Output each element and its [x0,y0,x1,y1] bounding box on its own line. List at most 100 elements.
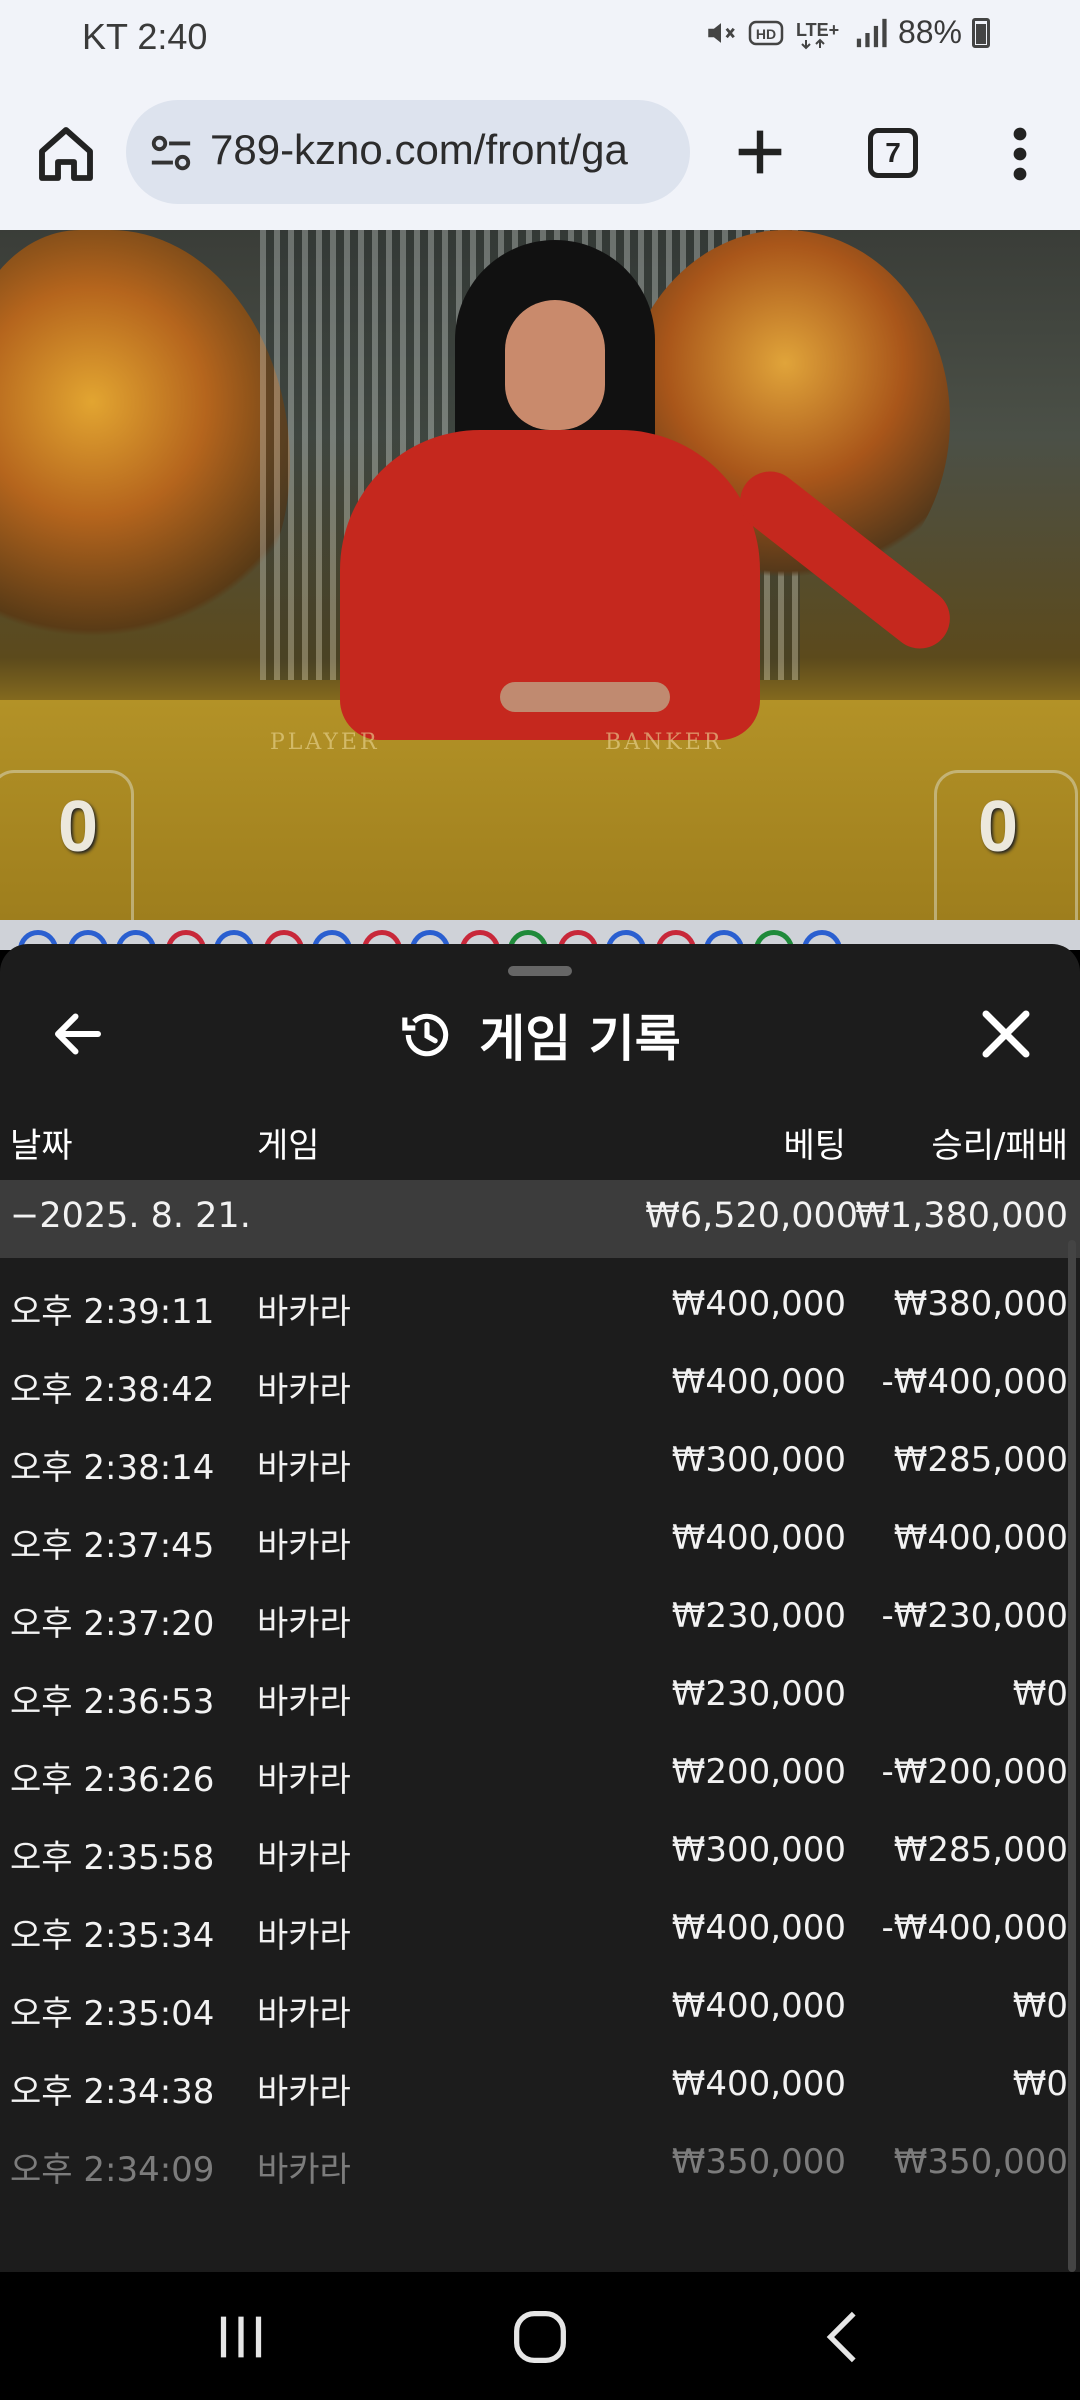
row-bet: ₩230,000 [671,1596,846,1636]
table-row[interactable]: 오후 2:36:26 바카라 ₩200,000 -₩200,000 [0,1752,1068,1830]
row-game: 바카라 [257,1994,351,2034]
more-menu-icon[interactable] [1000,124,1040,184]
table-row[interactable]: 오후 2:39:11 바카라 ₩400,000 ₩380,000 [0,1284,1068,1362]
row-bet: ₩400,000 [671,1362,846,1402]
row-game: 바카라 [257,1682,351,1722]
home-icon[interactable] [34,122,98,186]
lte-icon: LTE+ [796,20,839,49]
date-summary-row[interactable]: −2025. 8. 21. ₩6,520,000 ₩1,380,000 [0,1180,1080,1258]
close-icon[interactable] [976,1004,1036,1064]
history-icon [402,1013,449,1057]
row-result: ₩285,000 [893,1830,1068,1870]
row-time: 오후 2:37:45 [10,1526,215,1566]
row-bet: ₩400,000 [671,1518,846,1558]
row-bet: ₩200,000 [671,1752,846,1792]
row-game: 바카라 [257,1292,351,1332]
hd-icon: HD [748,20,784,45]
scrollbar[interactable] [1068,1240,1076,2272]
table-label-banker: BANKER [605,730,724,755]
dealer-hand [500,682,670,712]
row-result: ₩380,000 [893,1284,1068,1324]
recent-apps-icon[interactable] [206,2302,276,2372]
row-time: 오후 2:38:14 [10,1448,215,1488]
row-game: 바카라 [257,1370,351,1410]
table-label-player: PLAYER [270,730,380,755]
row-bet: ₩300,000 [671,1830,846,1870]
table-row[interactable]: 오후 2:37:20 바카라 ₩230,000 -₩230,000 [0,1596,1068,1674]
back-button-icon[interactable] [810,2302,880,2372]
row-bet: ₩230,000 [671,1674,846,1714]
row-bet: ₩350,000 [671,2142,846,2182]
row-time: 오후 2:36:53 [10,1682,215,1722]
status-icons: HD LTE+ 88% [704,14,990,51]
row-time: 오후 2:34:09 [10,2150,215,2190]
table-row[interactable]: 오후 2:37:45 바카라 ₩400,000 ₩400,000 [0,1518,1068,1596]
new-tab-icon[interactable] [728,120,792,184]
row-bet: ₩400,000 [671,1986,846,2026]
row-time: 오후 2:39:11 [10,1292,215,1332]
row-bet: ₩400,000 [671,2064,846,2104]
sheet-title: 게임 기록 [479,1010,681,1068]
sheet-header: 게임 기록 [0,999,1080,1071]
row-time: 오후 2:35:58 [10,1838,215,1878]
site-settings-icon[interactable] [148,130,194,176]
column-bet: 베팅 [783,1126,846,1166]
row-time: 오후 2:35:04 [10,1994,215,2034]
row-result: -₩230,000 [881,1596,1069,1636]
row-game: 바카라 [257,2150,351,2190]
column-game: 게임 [257,1126,320,1166]
row-result: ₩285,000 [893,1440,1068,1480]
row-bet: ₩400,000 [671,1284,846,1324]
row-result: -₩200,000 [881,1752,1069,1792]
battery-icon [972,17,990,48]
row-result: ₩0 [1012,2064,1068,2104]
row-game: 바카라 [257,1760,351,1800]
table-row[interactable]: 오후 2:38:42 바카라 ₩400,000 -₩400,000 [0,1362,1068,1440]
row-game: 바카라 [257,2072,351,2112]
row-time: 오후 2:35:34 [10,1916,215,1956]
status-time: KT 2:40 [82,16,208,57]
row-result: -₩400,000 [881,1362,1069,1402]
browser-toolbar: 789-kzno.com/front/ga 7 [0,80,1080,230]
url-text[interactable]: 789-kzno.com/front/ga [210,126,670,174]
dealer-face [505,300,605,430]
column-result: 승리/패배 [931,1126,1068,1166]
svg-text:LTE+: LTE+ [796,20,839,40]
table-row[interactable]: 오후 2:34:09 바카라 ₩350,000 ₩350,000 [0,2142,1068,2220]
row-result: ₩400,000 [893,1518,1068,1558]
system-nav-bar [0,2272,1080,2400]
row-game: 바카라 [257,1448,351,1488]
summary-date: −2025. 8. 21. [10,1196,251,1236]
table-row[interactable]: 오후 2:36:53 바카라 ₩230,000 ₩0 [0,1674,1068,1752]
row-game: 바카라 [257,1604,351,1644]
row-time: 오후 2:34:38 [10,2072,215,2112]
row-result: ₩0 [1012,1986,1068,2026]
status-bar: KT 2:40 HD LTE+ 88% [0,0,1080,80]
column-date: 날짜 [10,1126,73,1166]
table-row[interactable]: 오후 2:38:14 바카라 ₩300,000 ₩285,000 [0,1440,1068,1518]
live-video[interactable]: PLAYER BANKER 0 0 [0,230,1080,920]
row-game: 바카라 [257,1526,351,1566]
table-row[interactable]: 오후 2:35:58 바카라 ₩300,000 ₩285,000 [0,1830,1068,1908]
drag-handle[interactable] [508,966,572,976]
row-time: 오후 2:38:42 [10,1370,215,1410]
row-result: ₩350,000 [893,2142,1068,2182]
summary-result: ₩1,380,000 [855,1196,1068,1236]
signal-icon [856,18,887,47]
row-game: 바카라 [257,1838,351,1878]
table-row[interactable]: 오후 2:34:38 바카라 ₩400,000 ₩0 [0,2064,1068,2142]
row-result: ₩0 [1012,1674,1068,1714]
mute-icon [708,22,735,43]
home-button-icon[interactable] [505,2302,575,2372]
tab-switcher-button[interactable]: 7 [868,128,918,178]
battery-percent: 88% [897,14,962,50]
table-row[interactable]: 오후 2:35:04 바카라 ₩400,000 ₩0 [0,1986,1068,2064]
row-bet: ₩400,000 [671,1908,846,1948]
banker-score: 0 [978,787,1019,867]
row-time: 오후 2:37:20 [10,1604,215,1644]
table-row[interactable]: 오후 2:35:34 바카라 ₩400,000 -₩400,000 [0,1908,1068,1986]
summary-bet: ₩6,520,000 [645,1196,858,1236]
row-result: -₩400,000 [881,1908,1069,1948]
row-bet: ₩300,000 [671,1440,846,1480]
url-bar[interactable]: 789-kzno.com/front/ga [126,100,690,204]
